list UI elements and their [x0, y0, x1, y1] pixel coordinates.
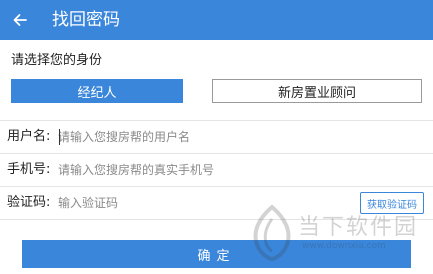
code-row: 验证码: 获取验证码	[0, 187, 433, 219]
code-input[interactable]	[58, 191, 348, 215]
arrow-left-icon	[13, 14, 27, 26]
phone-input[interactable]	[58, 158, 348, 182]
phone-row: 手机号:	[0, 154, 433, 186]
code-label: 验证码:	[7, 195, 51, 210]
role-consultant-button[interactable]: 新房置业顾问	[212, 79, 422, 103]
page-title: 找回密码	[52, 10, 120, 30]
username-input[interactable]	[58, 125, 348, 149]
username-label: 用户名:	[7, 129, 51, 144]
back-button[interactable]	[6, 6, 34, 34]
divider	[0, 219, 433, 220]
app-bar: 找回密码	[0, 0, 433, 40]
role-agent-button[interactable]: 经纪人	[11, 79, 183, 103]
phone-label: 手机号:	[7, 162, 51, 177]
role-section-label: 请选择您的身份	[11, 53, 103, 68]
username-row: 用户名:	[0, 121, 433, 153]
text-cursor	[59, 129, 60, 145]
get-code-button[interactable]: 获取验证码	[360, 192, 424, 214]
confirm-button[interactable]: 确定	[22, 240, 411, 268]
